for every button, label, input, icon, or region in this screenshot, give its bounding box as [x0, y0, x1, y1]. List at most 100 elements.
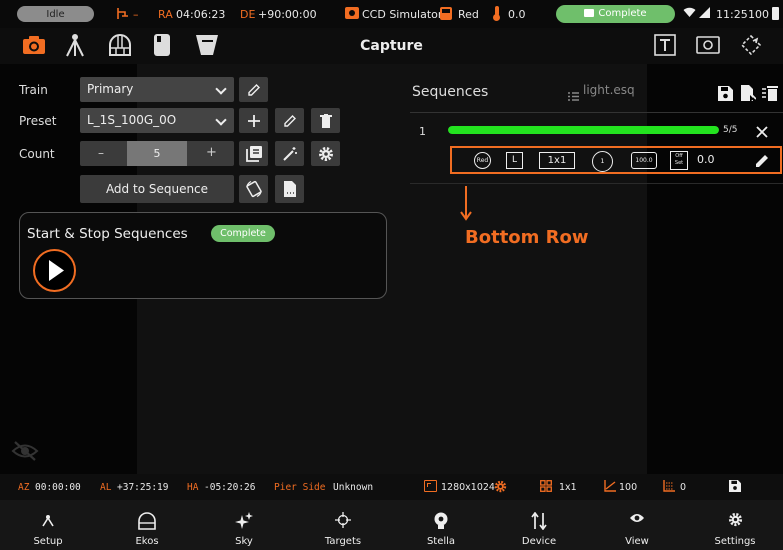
chevron-down-icon: [215, 114, 227, 126]
library-icon: [245, 145, 262, 162]
nav-settings[interactable]: Settings: [695, 500, 775, 550]
nav-ekos[interactable]: Ekos: [107, 500, 187, 550]
annotation-label: Bottom Row: [465, 227, 589, 248]
annotation-arrow: [460, 186, 472, 222]
file-button[interactable]: [275, 175, 304, 203]
de-value: +90:00:00: [258, 8, 317, 21]
gain-icon: [604, 480, 616, 492]
add-to-sequence-button[interactable]: Add to Sequence: [80, 175, 234, 203]
frames-library-button[interactable]: [239, 141, 268, 166]
nav-setup-label: Setup: [33, 536, 63, 547]
sequence-row[interactable]: 1 5/5 Red L 1x1 1 100.0 Off Set 0.0: [410, 113, 783, 183]
gain-badge: 100.0: [631, 152, 657, 169]
nav-targets-label: Targets: [324, 536, 362, 547]
settings-button[interactable]: [311, 141, 340, 166]
binning-badge: 1x1: [539, 152, 575, 169]
sequence-progress-fill: [448, 126, 719, 134]
edit-row-icon[interactable]: [755, 153, 769, 167]
filter-wheel-icon: [440, 7, 452, 20]
start-stop-card: Start & Stop Sequences Complete: [19, 212, 387, 299]
eye-icon: [597, 512, 677, 530]
save-icon[interactable]: [729, 480, 741, 492]
nav-ekos-label: Ekos: [135, 536, 159, 547]
filter-badge: Red: [474, 152, 491, 169]
thermometer-icon: [493, 6, 500, 21]
edit-preset-button[interactable]: [275, 108, 304, 133]
az-value: 00:00:00: [35, 482, 81, 493]
train-select[interactable]: Primary: [80, 77, 234, 102]
de-label: DE: [240, 8, 256, 21]
count-stepper: – 5 +: [80, 141, 234, 166]
sparkle-icon: [204, 512, 284, 530]
mount-icon: [116, 7, 130, 20]
pencil-icon: [283, 114, 296, 127]
preview-icon[interactable]: [696, 36, 720, 54]
rotate-icon[interactable]: [740, 34, 762, 56]
gear-icon[interactable]: [494, 480, 507, 493]
rotate-icon: [245, 180, 262, 198]
play-icon: [49, 260, 64, 281]
nav-view-label: View: [625, 536, 649, 547]
nav-view[interactable]: View: [597, 500, 677, 550]
sequence-status-pill: Complete: [211, 225, 275, 242]
frame-type-badge: L: [506, 152, 523, 169]
auto-wizard-button[interactable]: [275, 141, 304, 166]
sequence-file-name: light.esq: [583, 83, 635, 97]
offset-badge: Off Set: [670, 151, 688, 170]
edit-train-button[interactable]: [239, 77, 268, 102]
filter-name: Red: [458, 8, 479, 21]
loop-button[interactable]: [239, 175, 268, 203]
pencil-icon: [247, 83, 260, 96]
gain-value: 100: [619, 482, 638, 493]
nav-sky[interactable]: Sky: [204, 500, 284, 550]
nav-sky-label: Sky: [235, 536, 253, 547]
magic-wand-icon: [282, 146, 297, 161]
nav-device[interactable]: Device: [499, 500, 579, 550]
hide-panel-icon[interactable]: [11, 440, 39, 462]
count-value[interactable]: 5: [127, 141, 187, 166]
trash-icon: [319, 113, 332, 128]
train-label: Train: [19, 83, 48, 97]
offset-value: 0.0: [697, 153, 715, 166]
count-label: Count: [19, 147, 55, 161]
save-as-icon[interactable]: [741, 85, 757, 102]
az-label: AZ: [18, 482, 30, 493]
file-icon: [283, 181, 296, 197]
count-decrement-button[interactable]: –: [98, 146, 104, 160]
sequences-title: Sequences: [412, 84, 489, 100]
save-sequence-icon[interactable]: [718, 86, 733, 101]
text-overlay-icon[interactable]: [654, 34, 676, 56]
chevron-down-icon: [215, 83, 227, 95]
nav-stella[interactable]: Stella: [401, 500, 481, 550]
sequence-progress-text: 5/5: [723, 125, 738, 135]
binning-icon: [540, 480, 552, 492]
clear-sequence-icon[interactable]: [762, 85, 779, 101]
pier-label: Pier Side: [274, 482, 326, 493]
remove-row-icon[interactable]: [756, 123, 768, 138]
exposure-badge: 1: [592, 151, 613, 172]
battery-icon: [772, 7, 779, 20]
signal-icon: [699, 7, 710, 21]
list-icon: [568, 86, 579, 101]
ha-value: -05:20:26: [204, 482, 256, 493]
nav-device-label: Device: [521, 536, 557, 547]
frame-size-icon: [424, 480, 437, 492]
nav-targets[interactable]: Targets: [303, 500, 383, 550]
camera-icon: [345, 7, 359, 19]
al-value: +37:25:19: [117, 482, 169, 493]
delete-preset-button[interactable]: [311, 108, 340, 133]
nav-settings-label: Settings: [714, 536, 756, 547]
status-bar: Idle – RA 04:06:23 DE +90:00:00 CCD Simu…: [0, 0, 783, 28]
sequence-detail-row: Red L 1x1 1 100.0 Off Set 0.0: [450, 146, 782, 174]
swap-vertical-icon: [499, 512, 579, 530]
pier-value: Unknown: [333, 482, 374, 493]
preset-label: Preset: [19, 114, 57, 128]
count-increment-button[interactable]: +: [206, 145, 217, 160]
preset-select[interactable]: L_1S_100G_0O: [80, 108, 234, 133]
sequences-row-divider: [410, 183, 783, 184]
start-stop-title: Start & Stop Sequences: [27, 226, 188, 242]
start-sequence-button[interactable]: [33, 249, 76, 292]
app-header: Capture: [0, 28, 783, 64]
nav-setup[interactable]: Setup: [8, 500, 88, 550]
add-preset-button[interactable]: [239, 108, 268, 133]
